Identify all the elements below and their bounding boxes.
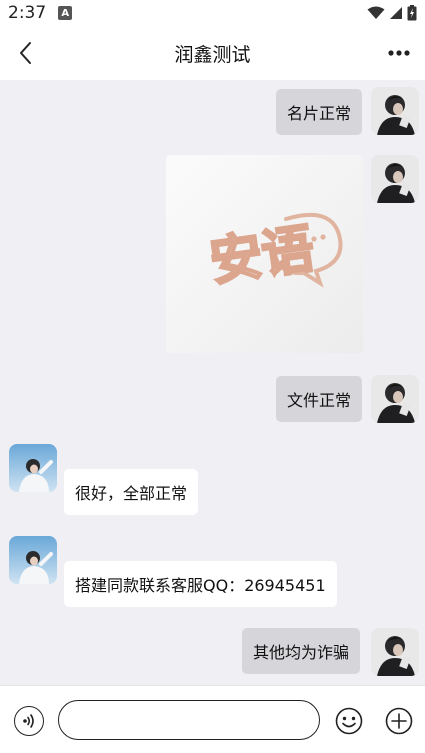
status-time: 2:37 (8, 3, 47, 23)
back-button[interactable] (10, 36, 42, 70)
message-input[interactable] (58, 700, 320, 740)
emoji-icon (335, 707, 363, 735)
emoji-button[interactable] (334, 706, 364, 736)
my-avatar[interactable] (371, 628, 419, 676)
wifi-icon (367, 6, 385, 19)
more-button[interactable] (383, 36, 415, 70)
message-bubble-sent[interactable]: 文件正常 (276, 376, 363, 422)
message-bubble-received[interactable]: 很好，全部正常 (64, 469, 199, 515)
contact-avatar[interactable] (9, 536, 57, 584)
notification-badge-icon: A (58, 6, 73, 20)
plus-icon (385, 707, 413, 735)
status-icons (367, 5, 417, 21)
my-avatar[interactable] (371, 155, 419, 203)
page-title: 润鑫测试 (174, 43, 251, 66)
more-horizontal-icon (388, 50, 410, 56)
my-avatar[interactable] (371, 375, 419, 423)
image-message[interactable]: 安语 (166, 155, 363, 353)
input-bar (0, 685, 425, 753)
voice-icon (23, 714, 34, 728)
battery-icon (407, 5, 417, 21)
chat-header: 润鑫测试 (0, 26, 425, 80)
plus-button[interactable] (384, 706, 414, 736)
message-bubble-sent[interactable]: 其他均为诈骗 (242, 628, 361, 674)
message-list[interactable]: 名片正常 安语 文件正常 很好，全部正常 搭建同款联系客服QQ：26945451… (0, 80, 425, 685)
chevron-left-icon (20, 42, 31, 64)
my-avatar[interactable] (371, 87, 419, 135)
voice-button[interactable] (14, 706, 44, 736)
message-bubble-sent[interactable]: 名片正常 (276, 89, 363, 135)
message-bubble-received[interactable]: 搭建同款联系客服QQ：26945451 (64, 561, 337, 607)
status-bar: 2:37 A (0, 0, 425, 26)
contact-avatar[interactable] (9, 444, 57, 492)
signal-icon (390, 7, 402, 19)
